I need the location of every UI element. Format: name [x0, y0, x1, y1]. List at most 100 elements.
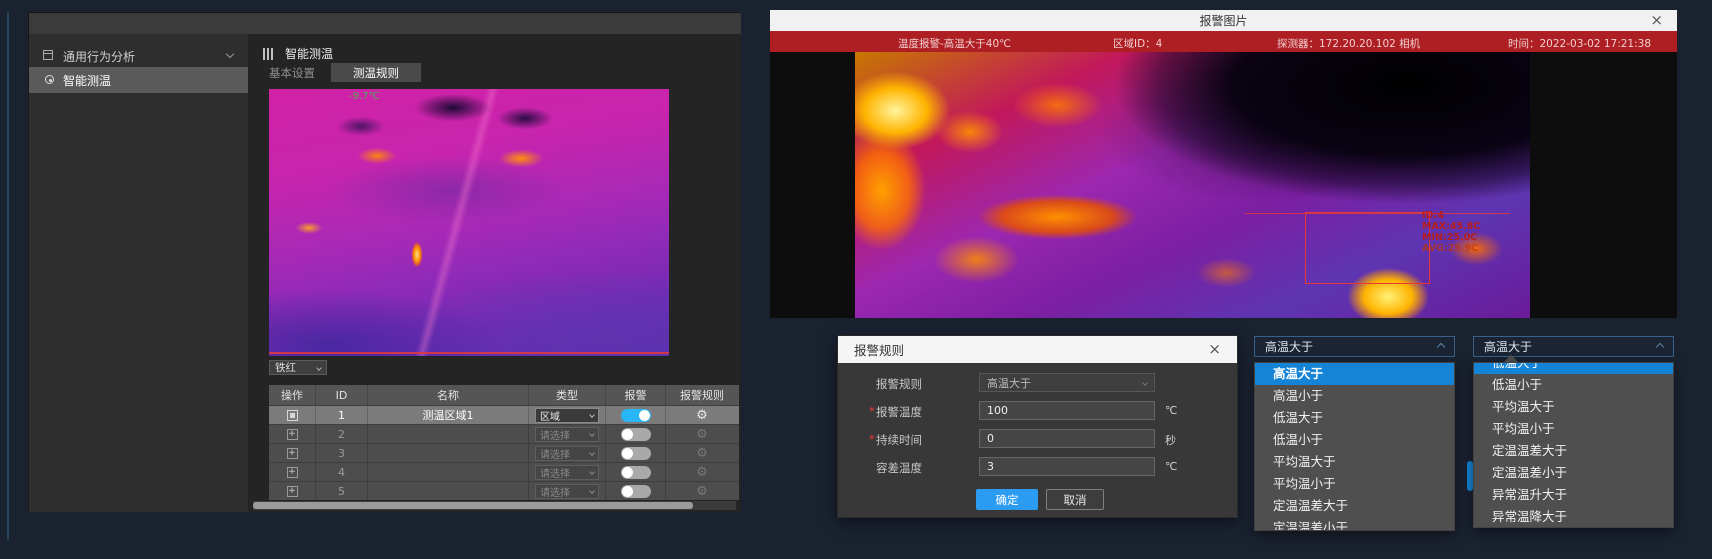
roi-rectangle	[1305, 212, 1430, 284]
cell-id: 4	[316, 463, 368, 481]
option[interactable]: 低温小于	[1474, 374, 1673, 396]
close-icon[interactable]: ×	[1208, 342, 1221, 357]
content-title: 智能测温	[285, 45, 333, 62]
cell-id: 3	[316, 444, 368, 462]
cell-name	[368, 482, 529, 500]
roi-avg: AVG:25.9C	[1422, 243, 1480, 254]
sidebar: 通用行为分析 智能测温	[29, 34, 248, 512]
type-select[interactable]: 请选择	[535, 465, 599, 480]
unit-seconds: 秒	[1165, 432, 1176, 448]
rule-listbox-b: 低温大于 低温小于 平均温大于 平均温小于 定温温差大于 定温温差小于 异常温升…	[1473, 362, 1674, 528]
alarm-image-window: 报警图片 × 温度报警-高温大于40℃ 区域ID：4 探测器：172.20.20…	[770, 10, 1677, 318]
cell-name	[368, 444, 529, 462]
option[interactable]: 定温温差小于	[1474, 462, 1673, 484]
alarm-toggle[interactable]	[621, 485, 651, 498]
option[interactable]: 低温大于	[1255, 407, 1454, 429]
table-horizontal-scrollbar-thumb[interactable]	[253, 502, 693, 509]
roi-readout: ID:4 MAX:45.8C MIN:25.0C AVG:25.9C	[1422, 210, 1480, 254]
add-region-icon[interactable]: +	[287, 467, 298, 478]
chevron-down-icon	[589, 431, 595, 437]
option[interactable]: 低温小于	[1255, 429, 1454, 451]
field-label-alarm-temp: 报警温度	[876, 404, 922, 420]
gear-icon[interactable]: ⚙	[696, 484, 708, 499]
col-header-alarm: 报警	[606, 385, 666, 405]
type-select[interactable]: 区域	[535, 408, 599, 423]
close-icon[interactable]: ×	[1650, 13, 1663, 28]
unit-celsius: ℃	[1165, 404, 1177, 417]
tolerance-input[interactable]: 3	[979, 457, 1155, 476]
rule-select-a[interactable]: 高温大于	[1254, 336, 1455, 357]
type-select[interactable]: 请选择	[535, 484, 599, 499]
roi-min: MIN:25.0C	[1422, 232, 1480, 243]
gear-icon[interactable]: ⚙	[696, 446, 708, 461]
option[interactable]: 平均温小于	[1474, 418, 1673, 440]
add-region-icon[interactable]: +	[287, 486, 298, 497]
add-region-icon[interactable]: +	[287, 448, 298, 459]
window-top-bar	[29, 13, 741, 34]
tab-basic-settings[interactable]: 基本设置	[256, 63, 328, 82]
option[interactable]: 定温温差大于	[1474, 440, 1673, 462]
option[interactable]: 平均温大于	[1474, 396, 1673, 418]
option[interactable]: 异常温降大于	[1474, 506, 1673, 528]
table-horizontal-scrollbar[interactable]	[253, 501, 736, 510]
field-label-duration: 持续时间	[876, 432, 922, 448]
option[interactable]: 定温温差小于	[1255, 517, 1454, 531]
option[interactable]: 高温小于	[1255, 385, 1454, 407]
rule-select-b[interactable]: 高温大于	[1473, 336, 1674, 357]
chevron-down-icon	[589, 412, 595, 418]
gear-icon[interactable]: ⚙	[696, 427, 708, 442]
alarm-toggle[interactable]	[621, 428, 651, 441]
grid-icon	[43, 50, 53, 60]
thermometry-rules-table: 操作 ID 名称 类型 报警 报警规则 1 测温区域1 区域 ⚙ + 2	[269, 385, 739, 500]
cell-id: 1	[316, 406, 368, 424]
content-area: 智能测温 基本设置 测温规则 -9.7℃ 铁红 操作 ID 名称 类型 报警 报…	[248, 34, 741, 512]
table-row: 1 测温区域1 区域 ⚙	[269, 405, 739, 424]
option[interactable]: 异常温升大于	[1474, 484, 1673, 506]
chevron-down-icon	[589, 469, 595, 475]
chevron-down-icon	[316, 365, 322, 371]
alarm-rule-title: 报警规则	[854, 340, 904, 359]
col-header-operation: 操作	[269, 385, 316, 405]
option[interactable]: 平均温小于	[1255, 473, 1454, 495]
chevron-down-icon	[1142, 380, 1148, 386]
option[interactable]: 平均温大于	[1255, 451, 1454, 473]
tab-thermometry-rules[interactable]: 测温规则	[331, 63, 421, 82]
confirm-button[interactable]: 确定	[976, 489, 1038, 510]
temperature-overlay-label: -9.7℃	[349, 91, 380, 102]
chevron-down-icon	[226, 50, 234, 58]
option[interactable]: 定温温差大于	[1255, 495, 1454, 517]
option[interactable]: 高温大于	[1255, 363, 1454, 385]
alarm-toggle[interactable]	[621, 466, 651, 479]
add-region-icon[interactable]: +	[287, 429, 298, 440]
col-header-alarm-rule: 报警规则	[666, 385, 738, 405]
sidebar-item-smart-thermometry[interactable]: 智能测温	[29, 67, 248, 93]
banner-time-text: 时间：2022-03-02 17:21:38	[1508, 36, 1651, 51]
option-partially-scrolled[interactable]: 低温大于	[1474, 363, 1673, 374]
rule-type-select[interactable]: 高温大于	[979, 373, 1155, 392]
left-accent-line	[7, 12, 9, 540]
table-row: + 3 请选择 ⚙	[269, 443, 739, 462]
palette-select[interactable]: 铁红	[269, 360, 327, 375]
field-label-rule: 报警规则	[876, 376, 922, 392]
palette-value: 铁红	[275, 360, 296, 375]
rule-select-a-value: 高温大于	[1265, 338, 1313, 355]
alarm-toggle[interactable]	[621, 409, 651, 422]
sidebar-group-label: 通用行为分析	[63, 48, 135, 65]
type-select[interactable]: 请选择	[535, 427, 599, 442]
roi-max: MAX:45.8C	[1422, 221, 1480, 232]
alarm-image-titlebar: 报警图片 ×	[770, 10, 1677, 31]
sidebar-group-behavior-analysis[interactable]: 通用行为分析	[29, 45, 248, 67]
chevron-down-icon	[589, 488, 595, 494]
alarm-temp-input[interactable]: 100	[979, 401, 1155, 420]
chevron-up-icon	[1656, 342, 1664, 350]
edit-region-icon[interactable]	[287, 410, 298, 421]
gear-icon[interactable]: ⚙	[696, 465, 708, 480]
alarm-toggle[interactable]	[621, 447, 651, 460]
unit-celsius: ℃	[1165, 460, 1177, 473]
cancel-button[interactable]: 取消	[1046, 489, 1104, 510]
duration-input[interactable]: 0	[979, 429, 1155, 448]
cell-id: 2	[316, 425, 368, 443]
type-select[interactable]: 请选择	[535, 446, 599, 461]
gear-icon[interactable]: ⚙	[696, 408, 708, 423]
alarm-rule-dialog: 报警规则 × 报警规则 高温大于 * 报警温度 100 ℃ * 持续时间 0 秒…	[837, 335, 1238, 518]
